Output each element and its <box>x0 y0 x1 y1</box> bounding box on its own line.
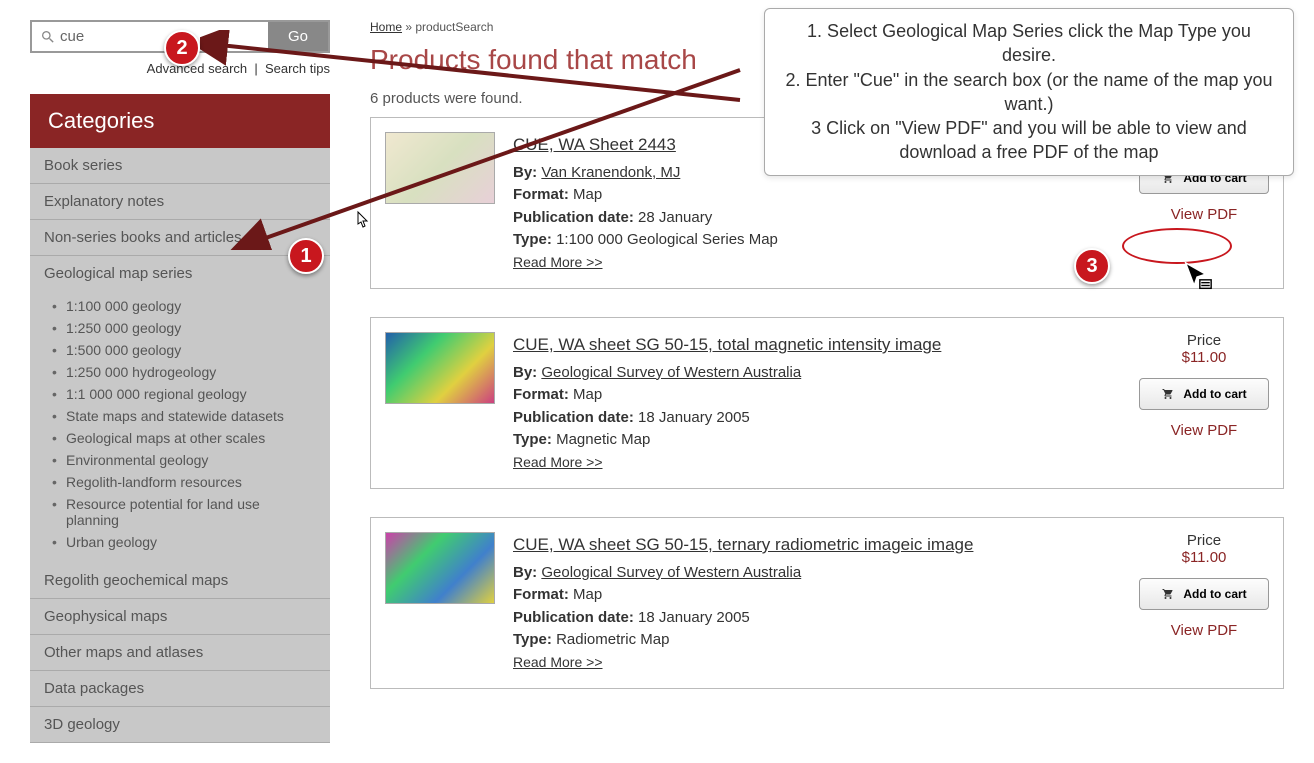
category-item[interactable]: Data packages <box>30 671 330 707</box>
price-label: Price <box>1139 532 1269 549</box>
price-label: Price <box>1139 332 1269 349</box>
product-thumbnail[interactable] <box>385 332 495 404</box>
read-more-link[interactable]: Read More >> <box>513 654 603 670</box>
author-link[interactable]: Geological Survey of Western Australia <box>541 564 801 581</box>
product-thumbnail[interactable] <box>385 532 495 604</box>
category-item[interactable]: Other maps and atlases <box>30 635 330 671</box>
cursor-icon <box>1180 260 1214 294</box>
read-more-link[interactable]: Read More >> <box>513 254 603 270</box>
product-info: CUE, WA sheet SG 50-15, ternary radiomet… <box>513 532 1121 674</box>
category-item[interactable]: Geophysical maps <box>30 599 330 635</box>
product-type: Magnetic Map <box>556 431 650 448</box>
annotation-badge-1: 1 <box>288 238 324 274</box>
subcategory-item[interactable]: 1:250 000 geology <box>30 317 330 339</box>
subcategory-item[interactable]: 1:1 000 000 regional geology <box>30 383 330 405</box>
price-value: $11.00 <box>1139 549 1269 566</box>
price-value: $11.00 <box>1139 349 1269 366</box>
product-actions: Price $11.00 Add to cart View PDF <box>1139 332 1269 474</box>
product-format: Map <box>573 586 602 603</box>
product-title-link[interactable]: CUE, WA sheet SG 50-15, ternary radiomet… <box>513 532 973 558</box>
category-item[interactable]: 3D geology <box>30 707 330 743</box>
add-to-cart-button[interactable]: Add to cart <box>1139 578 1269 610</box>
annotation-circle <box>1122 228 1232 264</box>
product-pubdate: 18 January 2005 <box>638 609 750 626</box>
author-link[interactable]: Geological Survey of Western Australia <box>541 364 801 381</box>
annotation-badge-2: 2 <box>164 30 200 66</box>
product-format: Map <box>573 386 602 403</box>
view-pdf-link[interactable]: View PDF <box>1171 206 1237 223</box>
category-item-geological-map-series[interactable]: Geological map series <box>30 256 330 291</box>
category-item[interactable]: Regolith geochemical maps <box>30 563 330 599</box>
instruction-callout: 1. Select Geological Map Series click th… <box>764 8 1294 176</box>
subcategory-item[interactable]: Environmental geology <box>30 449 330 471</box>
cart-icon <box>1161 588 1175 600</box>
product-type: Radiometric Map <box>556 631 669 648</box>
product-title-link[interactable]: CUE, WA sheet SG 50-15, total magnetic i… <box>513 332 941 358</box>
annotation-badge-3: 3 <box>1074 248 1110 284</box>
product-pubdate: 18 January 2005 <box>638 409 750 426</box>
subcategory-item[interactable]: 1:100 000 geology <box>30 295 330 317</box>
subcategory-item[interactable]: Urban geology <box>30 531 330 553</box>
subcategory-item[interactable]: Regolith-landform resources <box>30 471 330 493</box>
view-pdf-link[interactable]: View PDF <box>1171 622 1237 639</box>
subcategory-item[interactable]: Resource potential for land use planning <box>30 493 330 531</box>
annotation-arrow-2 <box>200 30 750 110</box>
view-pdf-link[interactable]: View PDF <box>1171 422 1237 439</box>
product-actions: Price $11.00 Add to cart View PDF <box>1139 532 1269 674</box>
search-icon <box>40 29 56 45</box>
subcategory-item[interactable]: Geological maps at other scales <box>30 427 330 449</box>
product-card: CUE, WA sheet SG 50-15, total magnetic i… <box>370 317 1284 489</box>
product-info: CUE, WA sheet SG 50-15, total magnetic i… <box>513 332 1121 474</box>
cart-icon <box>1161 388 1175 400</box>
subcategory-item[interactable]: 1:250 000 hydrogeology <box>30 361 330 383</box>
add-to-cart-button[interactable]: Add to cart <box>1139 378 1269 410</box>
pointer-cursor-icon <box>352 210 372 234</box>
subcategory-item[interactable]: State maps and statewide datasets <box>30 405 330 427</box>
subcategory-item[interactable]: 1:500 000 geology <box>30 339 330 361</box>
subcategory-list: 1:100 000 geology 1:250 000 geology 1:50… <box>30 291 330 563</box>
read-more-link[interactable]: Read More >> <box>513 454 603 470</box>
product-card: CUE, WA sheet SG 50-15, ternary radiomet… <box>370 517 1284 689</box>
